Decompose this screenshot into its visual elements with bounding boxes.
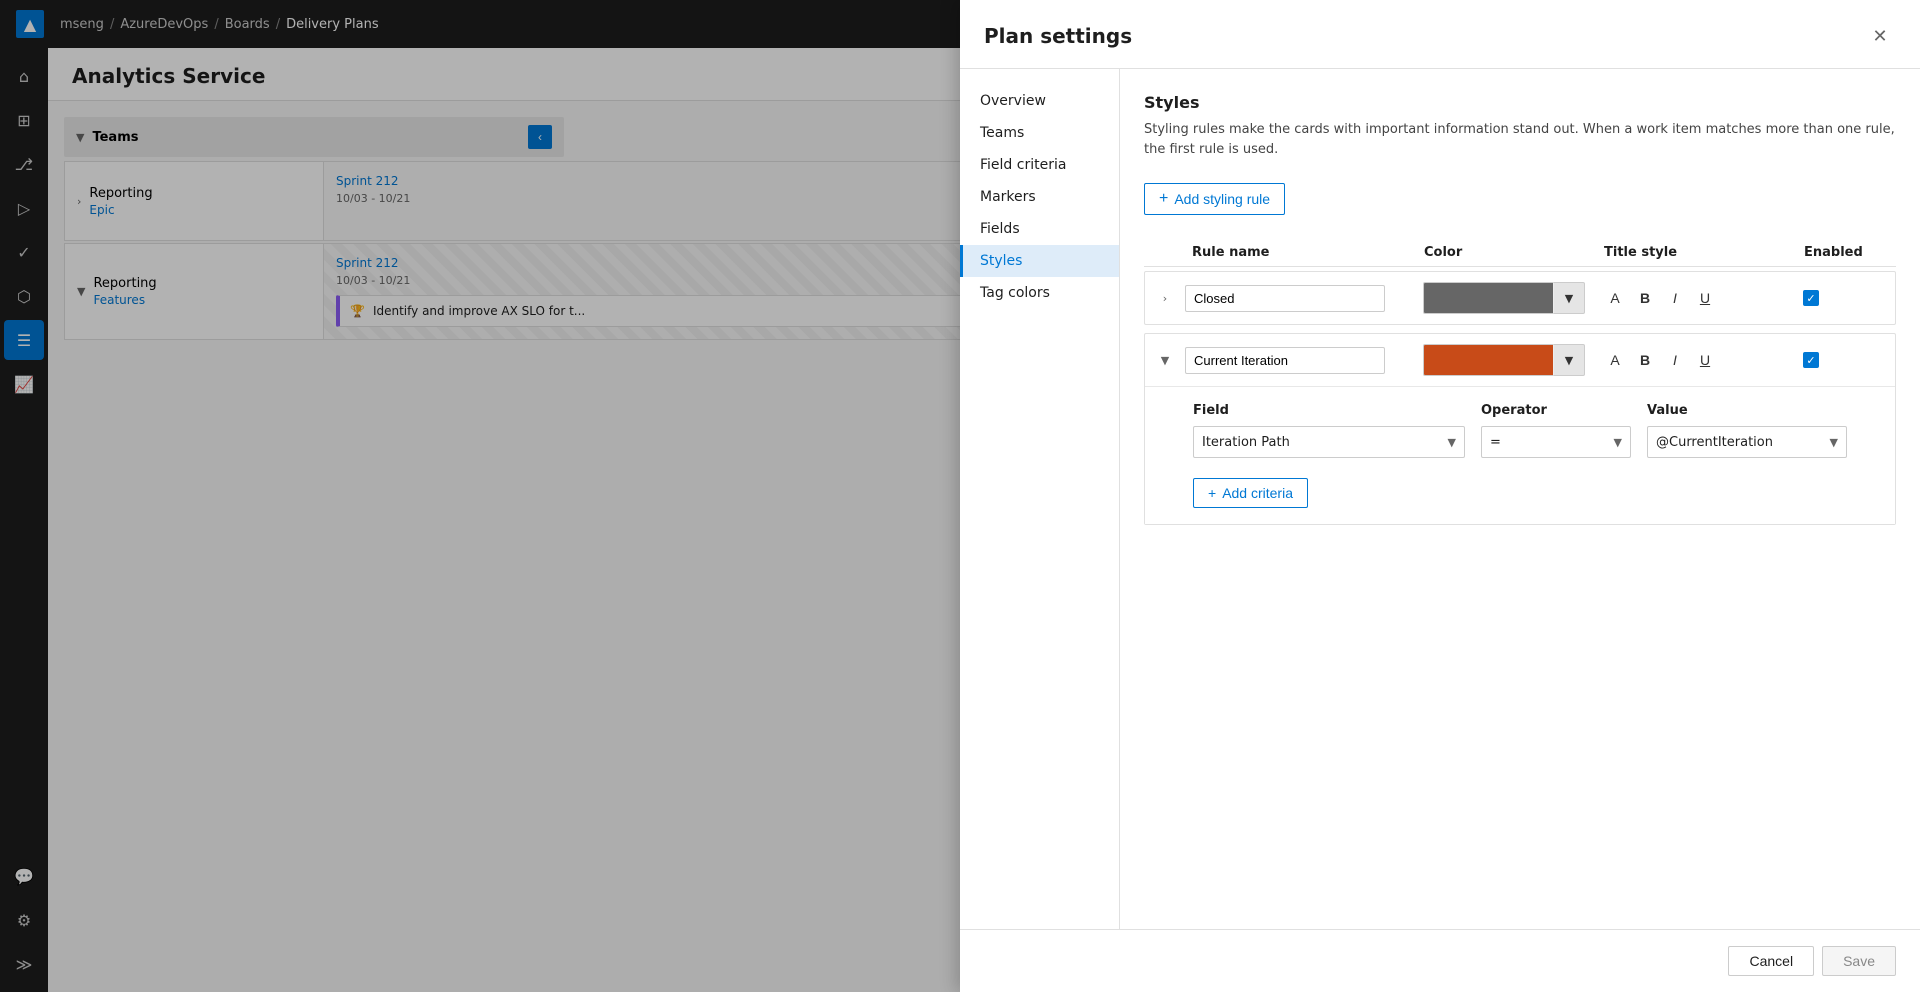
style-italic-button-closed[interactable]: I [1663, 286, 1687, 310]
title-style-controls-closed: A B I U [1595, 286, 1795, 310]
close-button[interactable]: ✕ [1864, 20, 1896, 52]
plus-icon: + [1159, 190, 1168, 208]
color-swatch-current-iteration: ▼ [1415, 344, 1595, 376]
nav-item-field-criteria[interactable]: Field criteria [960, 149, 1119, 181]
style-underline-button-ci[interactable]: U [1693, 348, 1717, 372]
field-select-caret-icon: ▼ [1448, 436, 1456, 449]
title-style-controls-current-iteration: A B I U [1595, 348, 1795, 372]
nav-item-teams[interactable]: Teams [960, 117, 1119, 149]
rule-name-input-closed[interactable] [1185, 285, 1385, 312]
enabled-checkbox-ci[interactable]: ✓ [1803, 352, 1819, 368]
nav-item-tag-colors[interactable]: Tag colors [960, 277, 1119, 309]
modal-content-area: Styles Styling rules make the cards with… [1120, 69, 1920, 929]
modal-title: Plan settings [984, 24, 1132, 48]
value-select[interactable]: @CurrentIteration ▼ [1647, 426, 1847, 458]
operator-select[interactable]: = ▼ [1481, 426, 1631, 458]
nav-item-overview[interactable]: Overview [960, 85, 1119, 117]
enabled-cell-closed: ✓ [1795, 290, 1895, 306]
style-a-button-closed[interactable]: A [1603, 286, 1627, 310]
modal-body: Overview Teams Field criteria Markers Fi… [960, 69, 1920, 929]
col-header-color: Color [1416, 245, 1596, 260]
field-select[interactable]: Iteration Path ▼ [1193, 426, 1465, 458]
content-title: Styles [1144, 93, 1896, 112]
value-select-value: @CurrentIteration [1656, 435, 1773, 450]
nav-item-markers[interactable]: Markers [960, 181, 1119, 213]
modal-footer: Cancel Save [960, 929, 1920, 992]
col-header-title-style: Title style [1596, 245, 1796, 260]
add-styling-rule-button[interactable]: + Add styling rule [1144, 183, 1285, 215]
modal-sidebar: Overview Teams Field criteria Markers Fi… [960, 69, 1120, 929]
criteria-value-header: Value [1647, 403, 1847, 418]
col-header-enabled: Enabled [1796, 245, 1896, 260]
criteria-row: Iteration Path ▼ = ▼ @CurrentIteration ▼ [1193, 426, 1847, 458]
criteria-area: Field Operator Value Iteration Path ▼ = … [1145, 386, 1895, 524]
modal-header: Plan settings ✕ [960, 0, 1920, 69]
style-underline-button-closed[interactable]: U [1693, 286, 1717, 310]
add-rule-label: Add styling rule [1174, 191, 1270, 207]
enabled-cell-ci: ✓ [1795, 352, 1895, 368]
style-row-current-iteration: ▼ ▼ A B I U ✓ [1144, 333, 1896, 525]
style-bold-button-closed[interactable]: B [1633, 286, 1657, 310]
style-row-closed: › ▼ A B I U ✓ [1144, 271, 1896, 325]
add-criteria-button[interactable]: + Add criteria [1193, 478, 1308, 508]
enabled-checkbox-closed[interactable]: ✓ [1803, 290, 1819, 306]
plan-settings-modal: Plan settings ✕ Overview Teams Field cri… [960, 0, 1920, 992]
styles-table-header: Rule name Color Title style Enabled [1144, 239, 1896, 267]
color-swatch-current-iteration-preview[interactable] [1423, 344, 1553, 376]
style-a-button-ci[interactable]: A [1603, 348, 1627, 372]
color-dropdown-closed-button[interactable]: ▼ [1553, 282, 1585, 314]
cancel-button[interactable]: Cancel [1728, 946, 1814, 976]
save-button[interactable]: Save [1822, 946, 1896, 976]
color-swatch-closed: ▼ [1415, 282, 1595, 314]
expand-closed-icon[interactable]: › [1145, 292, 1185, 305]
value-select-caret-icon: ▼ [1830, 436, 1838, 449]
style-row-current-iteration-header[interactable]: ▼ ▼ A B I U ✓ [1145, 334, 1895, 386]
col-header-expand [1144, 245, 1184, 260]
operator-select-caret-icon: ▼ [1614, 436, 1622, 449]
col-header-rule-name: Rule name [1184, 245, 1416, 260]
expand-current-iteration-icon[interactable]: ▼ [1145, 354, 1185, 367]
field-select-value: Iteration Path [1202, 435, 1290, 450]
style-row-closed-header[interactable]: › ▼ A B I U ✓ [1145, 272, 1895, 324]
style-bold-button-ci[interactable]: B [1633, 348, 1657, 372]
add-criteria-plus-icon: + [1208, 485, 1216, 501]
criteria-operator-header: Operator [1481, 403, 1631, 418]
color-dropdown-current-iteration-button[interactable]: ▼ [1553, 344, 1585, 376]
nav-item-fields[interactable]: Fields [960, 213, 1119, 245]
criteria-field-header: Field [1193, 403, 1465, 418]
style-italic-button-ci[interactable]: I [1663, 348, 1687, 372]
rule-name-input-current-iteration[interactable] [1185, 347, 1385, 374]
color-swatch-closed-preview[interactable] [1423, 282, 1553, 314]
operator-select-value: = [1490, 435, 1501, 450]
add-criteria-label: Add criteria [1222, 485, 1293, 501]
criteria-grid-header: Field Operator Value [1193, 403, 1847, 418]
content-description: Styling rules make the cards with import… [1144, 120, 1896, 159]
nav-item-styles[interactable]: Styles [960, 245, 1119, 277]
